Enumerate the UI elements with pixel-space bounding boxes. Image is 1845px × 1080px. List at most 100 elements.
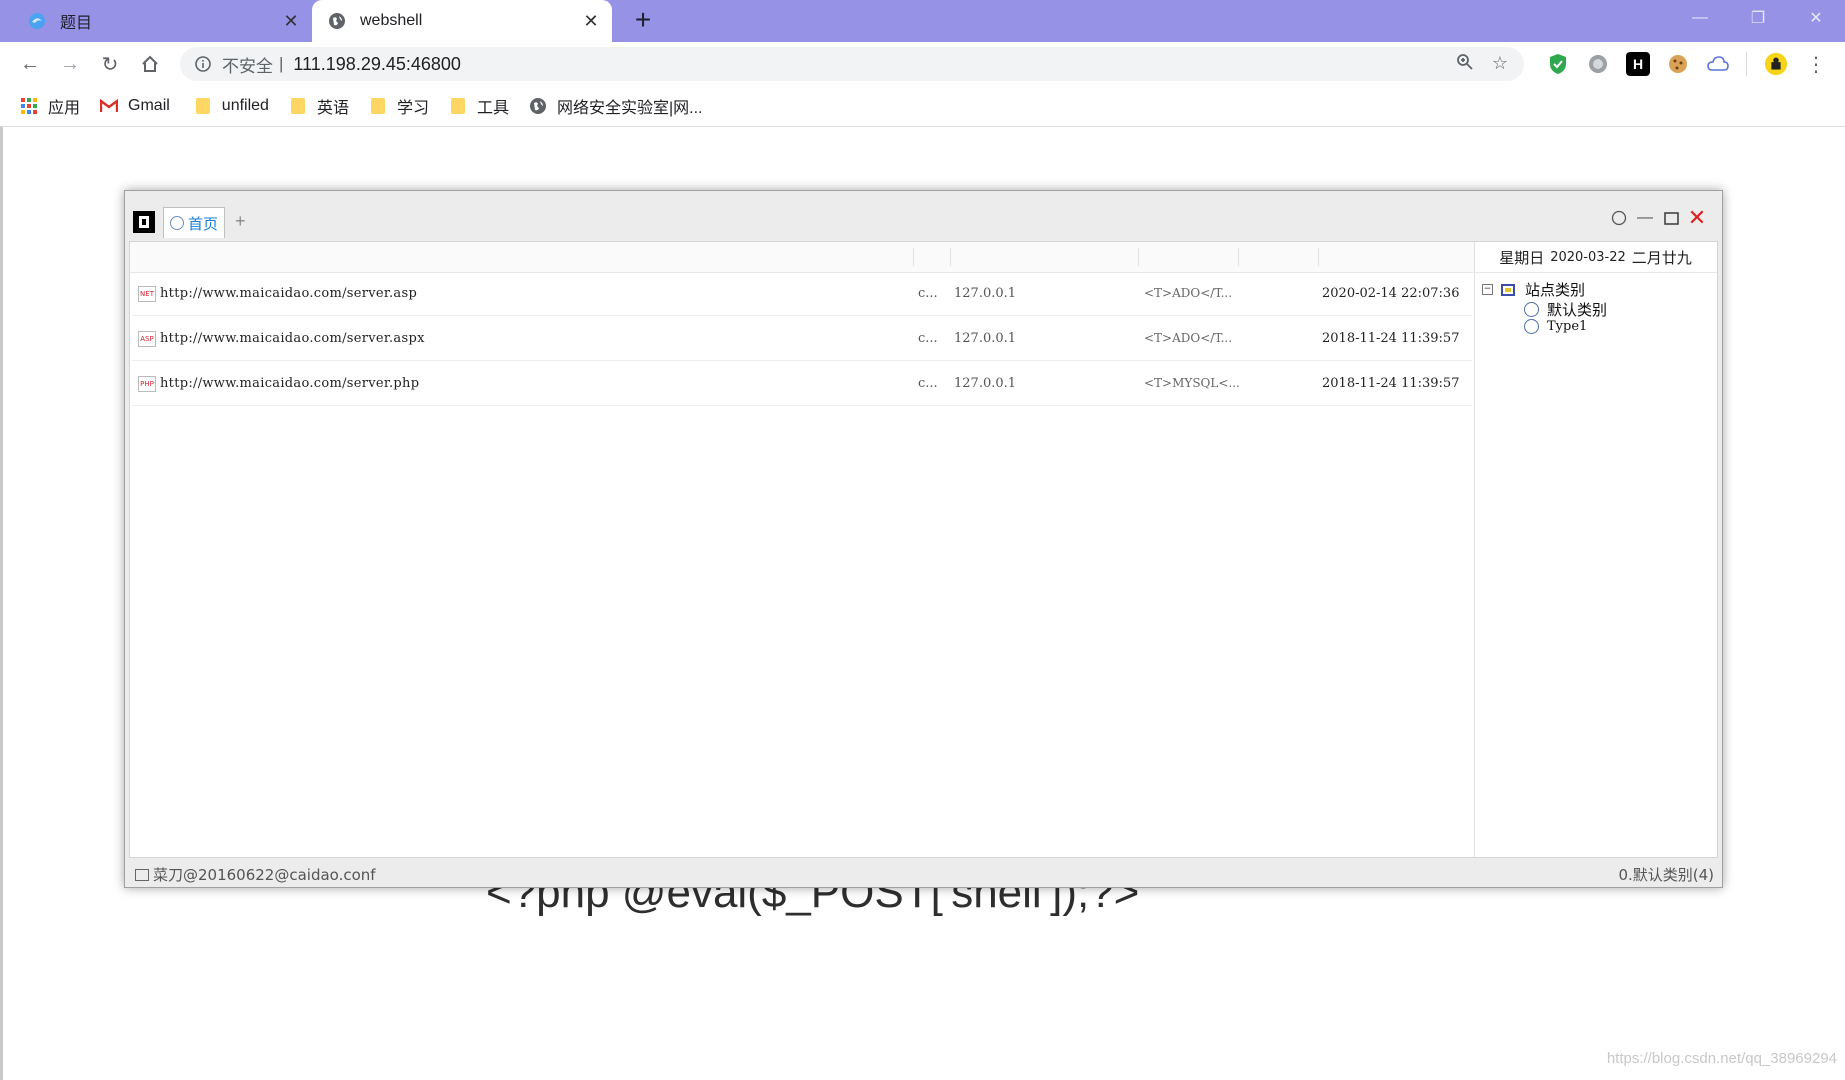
close-icon[interactable]: ✕ (280, 11, 302, 32)
page-edge (0, 127, 3, 1080)
back-arrow-icon[interactable]: ← (16, 50, 44, 78)
shell-db: <T>ADO</T... (1144, 286, 1233, 300)
zoom-icon[interactable] (1456, 53, 1474, 76)
address-separator: | (279, 54, 284, 73)
table-row[interactable]: NET http://www.maicaidao.com/server.asp … (132, 272, 1472, 316)
tab-title: 题目 (60, 15, 93, 32)
file-type-icon: NET (138, 286, 156, 302)
bookmark-label: 工具 (476, 100, 509, 117)
circle-icon (170, 216, 184, 230)
toolbar-divider (1746, 52, 1748, 76)
h-extension-icon[interactable]: H (1626, 52, 1650, 76)
bookmark-folder-unfiled[interactable]: unfiled (194, 97, 269, 115)
browser-toolbar: ← → ↻ 不安全 | 111.198.29.45:46800 ☆ H ⋮ (0, 42, 1845, 86)
bookmark-label: Gmail (128, 97, 170, 114)
cookie-icon[interactable] (1666, 52, 1690, 76)
profile-avatar-icon[interactable] (1764, 52, 1788, 76)
shell-ip: 127.0.0.1 (954, 376, 1017, 391)
info-icon[interactable] (194, 55, 212, 73)
caidao-logo-icon (133, 211, 155, 233)
weekday-text: 星期日 (1499, 248, 1545, 267)
shell-db: <T>ADO</T... (1144, 331, 1233, 345)
minimize-icon[interactable]: — (1636, 209, 1654, 227)
category-folder-icon (1501, 283, 1515, 296)
tab-strip: 题目 ✕ webshell ✕ + — ❐ ✕ (0, 0, 1845, 42)
shell-time: 2018-11-24 11:39:57 (1322, 331, 1460, 346)
bookmark-folder-study[interactable]: 学习 (369, 94, 429, 118)
column-separator (950, 248, 951, 266)
table-row[interactable]: PHP http://www.maicaidao.com/server.php … (132, 362, 1472, 406)
bookmark-label: 网络安全实验室|网... (557, 100, 703, 117)
address-bar[interactable]: 不安全 | 111.198.29.45:46800 ☆ (180, 47, 1524, 81)
home-icon[interactable] (136, 50, 164, 78)
folder-icon (194, 97, 212, 115)
security-label: 不安全 (222, 56, 273, 76)
window-icon (135, 868, 149, 881)
close-icon[interactable]: ✕ (1688, 205, 1706, 230)
bookmarks-bar: 应用 Gmail unfiled 英语 学习 工具 网络安全实验室|网... (0, 86, 1845, 127)
tab-active[interactable]: webshell ✕ (312, 0, 612, 42)
column-separator (913, 248, 914, 266)
tree-node-label: Type1 (1547, 319, 1588, 334)
shell-url: http://www.maicaidao.com/server.aspx (160, 331, 425, 346)
tab-inactive[interactable]: 题目 ✕ (12, 0, 312, 42)
file-type-icon: PHP (138, 376, 156, 392)
reload-icon[interactable]: ↻ (96, 50, 124, 78)
minimize-icon[interactable]: — (1671, 0, 1729, 36)
shell-ip: 127.0.0.1 (954, 331, 1017, 346)
bookmark-apps[interactable]: 应用 (20, 94, 80, 118)
url-text[interactable]: 111.198.29.45:46800 (293, 54, 461, 75)
cloud-icon[interactable] (1706, 52, 1730, 76)
restore-icon[interactable]: ❐ (1729, 0, 1787, 36)
shell-url: http://www.maicaidao.com/server.asp (160, 286, 418, 301)
apps-grid-icon (20, 97, 38, 115)
file-type-icon: ASP (138, 331, 156, 347)
date-display: 星期日 2020-03-22 二月廿九 (1474, 242, 1717, 273)
bookmark-label: 英语 (316, 100, 349, 117)
tree-root-label: 站点类别 (1525, 281, 1586, 299)
tree-node-type1[interactable]: Type1 (1524, 319, 1587, 334)
forward-arrow-icon[interactable]: → (56, 50, 84, 78)
collapse-icon[interactable]: − (1482, 284, 1493, 295)
shell-ip: 127.0.0.1 (954, 286, 1017, 301)
tree-node-label: 默认类别 (1547, 301, 1608, 319)
close-icon[interactable]: ✕ (580, 11, 602, 32)
circle-icon (1524, 319, 1539, 334)
globe-extension-icon[interactable] (1586, 52, 1610, 76)
date-text: 2020-03-22 (1550, 249, 1626, 265)
shell-url: http://www.maicaidao.com/server.php (160, 376, 420, 391)
tab-home[interactable]: 首页 (163, 207, 226, 238)
globe-icon (328, 12, 346, 30)
tree-node-default[interactable]: 默认类别 (1524, 299, 1607, 320)
watermark: https://blog.csdn.net/qq_38969294 (1606, 1050, 1837, 1067)
bookmark-label: 学习 (396, 100, 429, 117)
column-separator (1238, 248, 1239, 266)
column-separator (1138, 248, 1139, 266)
status-bar: 菜刀@20160622@caidao.conf 0.默认类别(4) (129, 859, 1718, 885)
new-tab-button[interactable]: + (628, 6, 658, 36)
category-panel: 星期日 2020-03-22 二月廿九 − 站点类别 默认类别 Type1 (1474, 242, 1717, 857)
extension-icons: H ⋮ (1546, 52, 1828, 76)
shield-icon[interactable] (1546, 52, 1570, 76)
bookmark-label: 应用 (48, 100, 81, 117)
menu-kebab-icon[interactable]: ⋮ (1804, 52, 1828, 76)
window-controls: — ❐ ✕ (1671, 0, 1845, 42)
bookmark-security-lab[interactable]: 网络安全实验室|网... (529, 94, 703, 118)
caidao-window: 首页 + — ✕ NET http://www.maicaidao.com/se… (124, 190, 1723, 888)
shell-time: 2020-02-14 22:07:36 (1322, 286, 1460, 301)
close-window-icon[interactable]: ✕ (1787, 0, 1845, 36)
shell-list: NET http://www.maicaidao.com/server.asp … (130, 242, 1475, 857)
circle-icon[interactable] (1610, 209, 1628, 227)
star-icon[interactable]: ☆ (1492, 53, 1508, 76)
status-category-count: 0.默认类别(4) (1618, 866, 1714, 884)
table-row[interactable]: ASP http://www.maicaidao.com/server.aspx… (132, 317, 1472, 361)
bookmark-gmail[interactable]: Gmail (100, 97, 170, 115)
add-tab-button[interactable]: + (235, 211, 246, 232)
tree-root-node[interactable]: − 站点类别 (1482, 279, 1585, 300)
shell-time: 2018-11-24 11:39:57 (1322, 376, 1460, 391)
maximize-icon[interactable] (1662, 209, 1680, 227)
bookmark-folder-english[interactable]: 英语 (289, 94, 349, 118)
tab-home-label: 首页 (188, 214, 219, 233)
bookmark-folder-tools[interactable]: 工具 (449, 94, 509, 118)
status-left: 菜刀@20160622@caidao.conf (135, 864, 376, 885)
